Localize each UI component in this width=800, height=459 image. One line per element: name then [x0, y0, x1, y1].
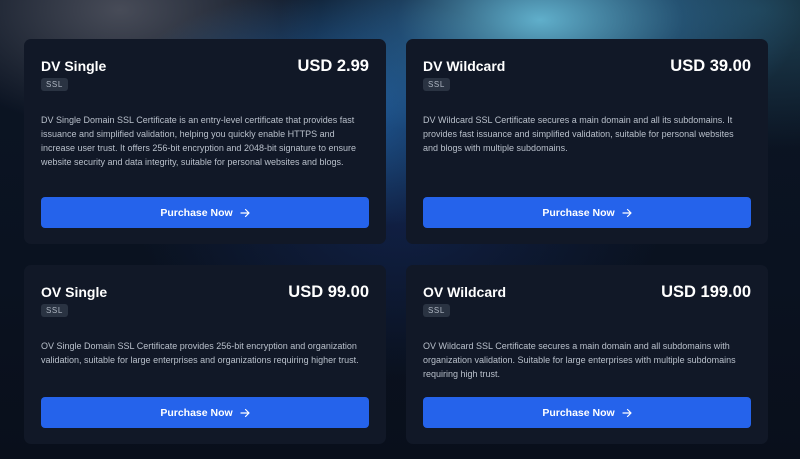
card-price: USD 199.00 [661, 283, 751, 301]
product-card-dv-wildcard: DV Wildcard SSL USD 39.00 DV Wildcard SS… [406, 39, 768, 244]
card-title: OV Single [41, 284, 108, 300]
card-price: USD 2.99 [297, 57, 369, 75]
ssl-badge: SSL [41, 304, 68, 317]
purchase-now-button[interactable]: Purchase Now [423, 197, 751, 228]
card-description: OV Wildcard SSL Certificate secures a ma… [423, 341, 736, 379]
card-header: DV Wildcard SSL USD 39.00 [423, 57, 751, 92]
card-price: USD 99.00 [288, 283, 369, 301]
ssl-badge: SSL [423, 78, 450, 91]
purchase-now-label: Purchase Now [542, 406, 615, 419]
card-header: OV Single SSL USD 99.00 [41, 283, 369, 318]
card-title: DV Single [41, 58, 107, 74]
purchase-now-button[interactable]: Purchase Now [41, 197, 369, 228]
purchase-now-label: Purchase Now [542, 206, 615, 219]
product-card-dv-single: DV Single SSL USD 2.99 DV Single Domain … [24, 39, 386, 244]
arrow-right-icon [622, 208, 632, 218]
card-title: OV Wildcard [423, 284, 507, 300]
purchase-now-button[interactable]: Purchase Now [423, 397, 751, 428]
purchase-now-label: Purchase Now [160, 406, 233, 419]
card-description: DV Wildcard SSL Certificate secures a ma… [423, 115, 734, 153]
purchase-now-label: Purchase Now [160, 206, 233, 219]
ssl-badge: SSL [423, 304, 450, 317]
card-header: OV Wildcard SSL USD 199.00 [423, 283, 751, 318]
card-price: USD 39.00 [670, 57, 751, 75]
ssl-badge: SSL [41, 78, 68, 91]
card-header: DV Single SSL USD 2.99 [41, 57, 369, 92]
arrow-right-icon [622, 408, 632, 418]
arrow-right-icon [240, 208, 250, 218]
card-description: OV Single Domain SSL Certificate provide… [41, 341, 359, 365]
arrow-right-icon [240, 408, 250, 418]
product-card-ov-wildcard: OV Wildcard SSL USD 199.00 OV Wildcard S… [406, 265, 768, 444]
product-card-ov-single: OV Single SSL USD 99.00 OV Single Domain… [24, 265, 386, 444]
purchase-now-button[interactable]: Purchase Now [41, 397, 369, 428]
card-title: DV Wildcard [423, 58, 506, 74]
card-description: DV Single Domain SSL Certificate is an e… [41, 115, 357, 167]
